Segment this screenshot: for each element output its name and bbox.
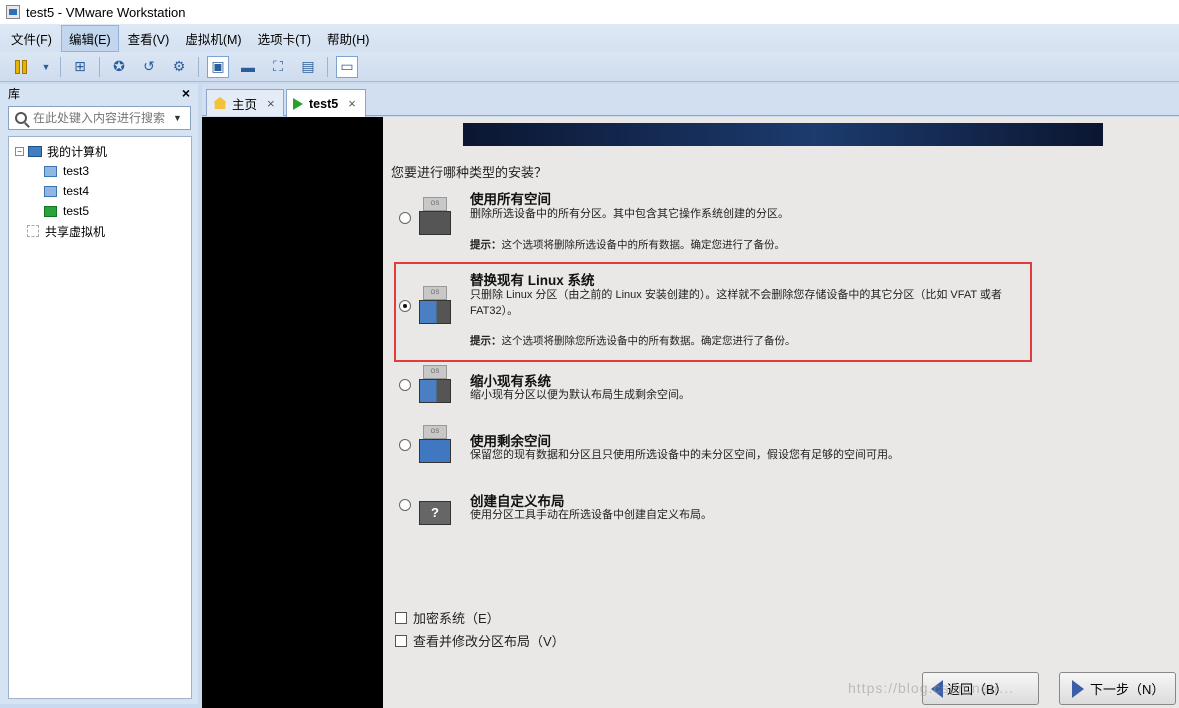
- installer-banner: [463, 123, 1103, 146]
- normal-view-icon[interactable]: ▣: [207, 55, 229, 78]
- next-button-label: 下一步（N）: [1090, 682, 1165, 697]
- toolbar-separator: [198, 56, 199, 77]
- checkbox-box[interactable]: [395, 611, 407, 624]
- toolbar-separator: [60, 56, 61, 77]
- window-title: test5 - VMware Workstation: [26, 4, 186, 20]
- option-title: 使用所有空间: [470, 192, 551, 207]
- menu-bar: 文件(F) 编辑(E) 查看(V) 虚拟机(M) 选项卡(T) 帮助(H): [0, 24, 1179, 52]
- snapshot-icon[interactable]: ✪: [108, 56, 130, 78]
- menu-vm[interactable]: 虚拟机(M): [178, 26, 248, 51]
- radio-replace-linux[interactable]: [399, 300, 411, 312]
- collapse-icon[interactable]: −: [15, 146, 24, 156]
- vmware-app-icon: [6, 5, 20, 19]
- tree-label: test4: [63, 184, 90, 198]
- library-header: 库 ×: [0, 84, 198, 102]
- unity-icon[interactable]: ▤: [297, 56, 319, 78]
- arrow-right-icon: [1072, 679, 1084, 698]
- review-layout-checkbox[interactable]: 查看并修改分区布局（V）: [395, 631, 565, 650]
- title-bar: test5 - VMware Workstation: [0, 0, 1179, 24]
- tree-item-test4[interactable]: test4: [9, 181, 191, 201]
- option-description: 删除所选设备中的所有分区。其中包含其它操作系统创建的分区。: [470, 208, 789, 220]
- computer-icon: [28, 145, 42, 157]
- hint-label: 提示：: [470, 335, 502, 347]
- radio-use-free-space[interactable]: [399, 439, 411, 451]
- option-description: 只删除 Linux 分区（由之前的 Linux 安装创建的）。这样就不会删除您存…: [470, 289, 1002, 317]
- tab-label: test5: [309, 96, 339, 111]
- thumbnail-icon[interactable]: ▭: [336, 55, 358, 78]
- os-disk-icon: OS: [419, 197, 451, 235]
- menu-tabs[interactable]: 选项卡(T): [251, 26, 318, 51]
- library-panel: 库 × ▼ − 我的计算机 test3 test4 test5 共享虚拟机: [0, 84, 198, 704]
- option-hint: 提示：这个选项将删除所选设备中的所有数据。确定您进行了备份。: [470, 237, 785, 252]
- search-icon: [15, 112, 27, 124]
- custom-layout-icon: ?: [419, 487, 451, 525]
- toolbar: ▼ ⊞ ✪ ↺ ⚙ ▣ ▬ ⛶ ▤ ▭: [0, 52, 1179, 82]
- revert-icon[interactable]: ↺: [138, 56, 160, 78]
- library-tree: − 我的计算机 test3 test4 test5 共享虚拟机: [8, 136, 192, 699]
- snapshot-manager-icon[interactable]: ⚙: [168, 56, 190, 78]
- vm-icon: [44, 165, 57, 177]
- option-description: 使用分区工具手动在所选设备中创建自定义布局。: [470, 509, 712, 521]
- vm-display-margin: [202, 117, 383, 708]
- menu-view[interactable]: 查看(V): [121, 26, 177, 51]
- hint-text: 这个选项将删除所选设备中的所有数据。确定您进行了备份。: [501, 239, 786, 251]
- hint-label: 提示：: [470, 239, 502, 251]
- dropdown-icon[interactable]: ▼: [40, 56, 52, 78]
- tree-label: test5: [63, 204, 90, 218]
- menu-file[interactable]: 文件(F): [4, 26, 59, 51]
- tree-label: test3: [63, 164, 90, 178]
- search-input[interactable]: [33, 111, 171, 125]
- tab-bar: 主页 × test5 ×: [202, 84, 1179, 117]
- toolbar-separator: [327, 56, 328, 77]
- tab-label: 主页: [232, 97, 258, 112]
- fullscreen-icon[interactable]: ⛶: [267, 56, 289, 78]
- library-title: 库: [8, 86, 21, 101]
- radio-shrink-system[interactable]: [399, 379, 411, 391]
- tab-test5[interactable]: test5 ×: [286, 89, 366, 117]
- watermark: https://blog.csdn.net/...: [848, 680, 1014, 696]
- vm-icon: [44, 185, 57, 197]
- chevron-down-icon[interactable]: ▼: [173, 113, 182, 123]
- network-icon[interactable]: ⊞: [69, 56, 91, 78]
- os-disk-icon: OS: [419, 365, 451, 403]
- close-icon[interactable]: ×: [182, 85, 190, 101]
- os-disk-icon: OS: [419, 286, 451, 324]
- vm-running-icon: [293, 97, 303, 110]
- radio-use-all-space[interactable]: [399, 212, 411, 224]
- checkbox-label: 查看并修改分区布局（V）: [413, 634, 565, 649]
- tree-item-my-computer[interactable]: − 我的计算机: [9, 141, 191, 161]
- shared-vm-icon: [27, 225, 39, 237]
- close-icon[interactable]: ×: [348, 96, 356, 111]
- tree-item-test5[interactable]: test5: [9, 201, 191, 221]
- toolbar-separator: [99, 56, 100, 77]
- option-hint: 提示：这个选项将删除您所选设备中的所有数据。确定您进行了备份。: [470, 333, 796, 348]
- pause-icon[interactable]: [10, 56, 32, 78]
- checkbox-box[interactable]: [395, 634, 407, 647]
- menu-help[interactable]: 帮助(H): [320, 26, 376, 51]
- radio-custom-layout[interactable]: [399, 499, 411, 511]
- option-title: 替换现有 Linux 系统: [470, 273, 595, 288]
- checkbox-label: 加密系统（E）: [413, 611, 500, 626]
- install-type-question: 您要进行哪种类型的安装？: [391, 165, 548, 180]
- console-view-icon[interactable]: ▬: [237, 56, 259, 78]
- vm-running-icon: [44, 205, 57, 217]
- option-description: 缩小现有分区以便为默认布局生成剩余空间。: [470, 389, 690, 401]
- tree-label: 共享虚拟机: [45, 224, 106, 239]
- encrypt-system-checkbox[interactable]: 加密系统（E）: [395, 608, 500, 627]
- library-search[interactable]: ▼: [8, 106, 191, 130]
- hint-text: 这个选项将删除您所选设备中的所有数据。确定您进行了备份。: [501, 335, 796, 347]
- tree-item-test3[interactable]: test3: [9, 161, 191, 181]
- vm-screen[interactable]: 您要进行哪种类型的安装？ OS 使用所有空间 删除所选设备中的所有分区。其中包含…: [383, 117, 1179, 708]
- option-description: 保留您的现有数据和分区且只使用所选设备中的未分区空间，假设您有足够的空间可用。: [470, 449, 899, 461]
- menu-edit[interactable]: 编辑(E): [60, 24, 119, 52]
- tree-item-shared-vms[interactable]: 共享虚拟机: [9, 221, 191, 241]
- next-button[interactable]: 下一步（N）: [1059, 672, 1176, 705]
- close-icon[interactable]: ×: [267, 96, 275, 111]
- os-disk-icon: OS: [419, 425, 451, 463]
- home-icon: [213, 97, 227, 109]
- tree-label: 我的计算机: [47, 144, 108, 159]
- tab-home[interactable]: 主页 ×: [206, 89, 284, 116]
